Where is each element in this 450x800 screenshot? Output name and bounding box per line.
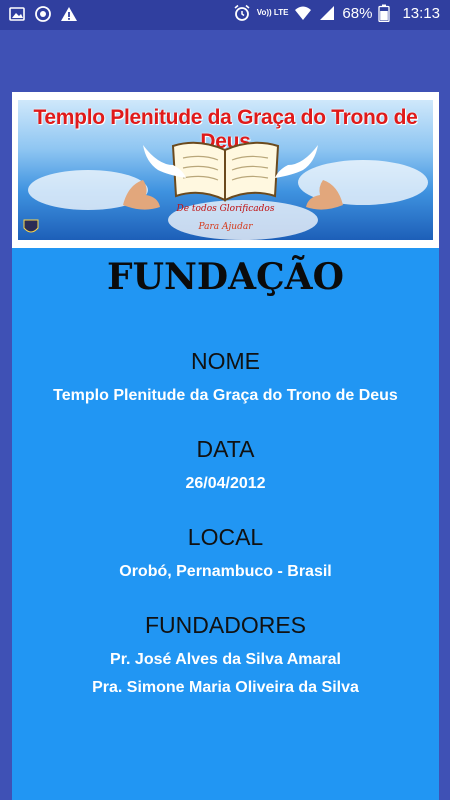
page-title: FUNDAÇÃO [107, 256, 344, 298]
sync-icon [34, 5, 52, 23]
status-bar: Vo)) LTE 68% 13:13 [0, 0, 450, 30]
value-fundador-2: Pra. Simone Maria Oliveira da Silva [92, 679, 359, 696]
image-icon [8, 5, 26, 23]
battery-icon [378, 4, 396, 23]
church-banner: Templo Plenitude da Graça do Trono de De… [12, 92, 439, 248]
dove-left-icon [143, 145, 186, 178]
banner-image: Templo Plenitude da Graça do Trono de De… [18, 100, 433, 240]
status-left-icons [8, 5, 78, 23]
content-panel: Templo Plenitude da Graça do Trono de De… [12, 92, 439, 800]
signal-icon [318, 4, 336, 22]
banner-caption-2: Para Ajudar [198, 222, 253, 232]
label-fundadores: FUNDADORES [144, 612, 306, 638]
church-logo-icon [23, 219, 39, 233]
banner-caption-1: De todos Glorificados [176, 204, 275, 214]
label-local: LOCAL [187, 524, 264, 550]
status-right-icons: Vo)) LTE 68% 13:13 [233, 4, 440, 23]
hand-left-icon [123, 180, 160, 210]
hand-right-icon [306, 180, 343, 210]
value-nome: Templo Plenitude da Graça do Trono de De… [53, 387, 398, 404]
alarm-icon [233, 4, 251, 22]
value-fundador-1: Pr. José Alves da Silva Amaral [110, 651, 341, 668]
label-data: DATA [196, 436, 255, 462]
value-local: Orobó, Pernambuco - Brasil [119, 563, 332, 580]
volte-indicator: Vo)) LTE [256, 8, 289, 17]
value-data: 26/04/2012 [185, 475, 266, 492]
label-nome: NOME [191, 348, 260, 374]
battery-percent: 68% [342, 4, 373, 22]
clock: 13:13 [402, 4, 440, 22]
dove-right-icon [275, 145, 318, 178]
wifi-icon [294, 4, 312, 22]
warning-icon [60, 5, 78, 23]
app-bar [0, 30, 450, 92]
